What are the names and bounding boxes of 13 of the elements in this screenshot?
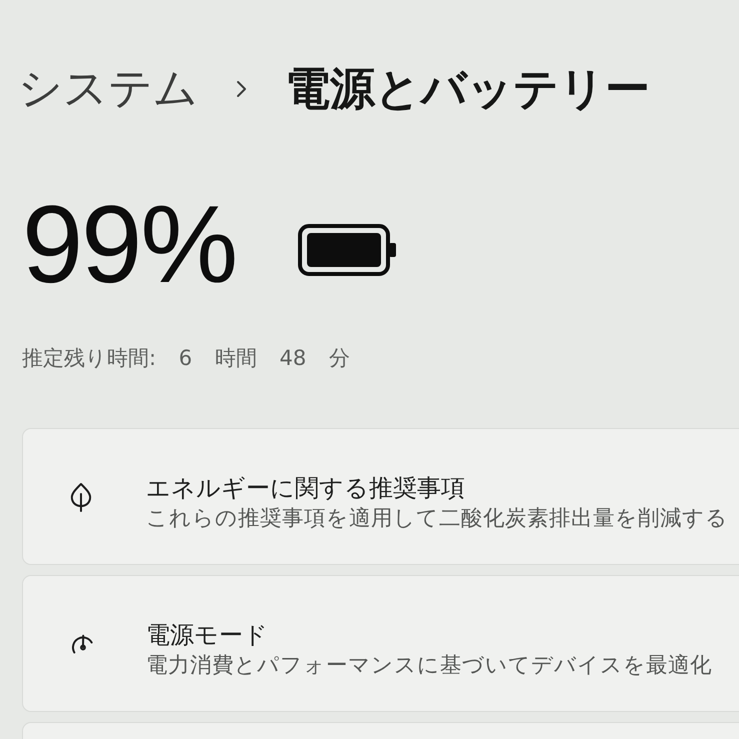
card-description: これらの推奨事項を適用して二酸化炭素排出量を削減する xyxy=(146,505,728,534)
card-description: 電力消費とパフォーマンスに基づいてデバイスを最適化 xyxy=(146,652,712,680)
battery-percentage: 99% xyxy=(22,189,236,301)
remaining-time-text: 推定残り時間: 6 時間 48 分 xyxy=(22,345,350,372)
settings-card[interactable]: エネルギーに関する推奨事項 これらの推奨事項を適用して二酸化炭素排出量を削減する xyxy=(22,428,739,566)
settings-card[interactable]: 電源モード 電力消費とパフォーマンスに基づいてデバイスを最適化 xyxy=(22,575,739,712)
card-title: 電源モード xyxy=(146,620,268,652)
card-title: エネルギーに関する推奨事項 xyxy=(146,473,465,504)
page-title: 電源とバッテリー xyxy=(285,62,650,116)
breadcrumb-link[interactable]: システム xyxy=(18,62,198,116)
chevron-right-icon xyxy=(236,80,247,98)
leaf-icon xyxy=(68,482,94,512)
battery-icon xyxy=(298,224,398,276)
